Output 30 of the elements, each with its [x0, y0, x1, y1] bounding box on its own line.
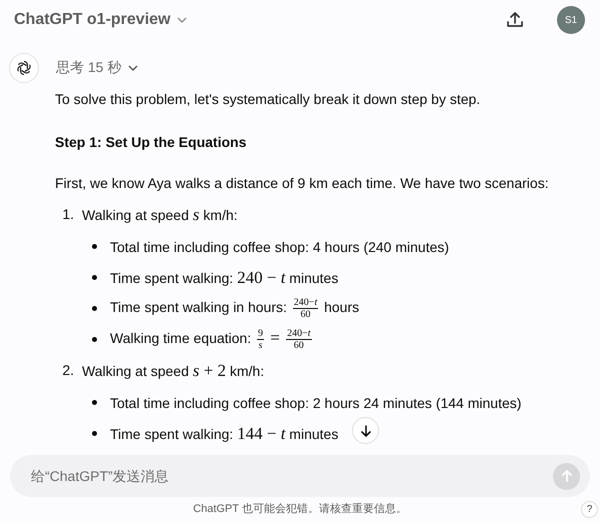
help-button[interactable]: ?: [581, 501, 598, 518]
list-number: 2.: [61, 361, 75, 380]
chat-title[interactable]: ChatGPT o1-preview: [14, 11, 170, 29]
bullet-text: Time spent walking in hours: 240−t 60 hours: [110, 297, 360, 320]
list-number: 1.: [61, 205, 75, 224]
bullet-icon: [92, 337, 97, 342]
list-item-text: Walking at speed s km/h:: [82, 204, 238, 226]
scroll-down-button[interactable]: [352, 417, 379, 444]
bullet-text: Total time including coffee shop: 4 hours (240 minutes): [110, 238, 450, 256]
bullet-icon: [92, 244, 97, 249]
bullet-icon: [92, 431, 97, 436]
bullet-text: Time spent walking: 144 − t minutes: [110, 424, 338, 444]
assistant-logo-icon: [9, 53, 39, 83]
paragraph: First, we know Aya walks a distance of 9 km each time. We have two scenarios:: [55, 175, 549, 191]
list-item-text: Walking at speed s + 2 km/h:: [82, 360, 264, 382]
user-avatar[interactable]: S1: [557, 6, 585, 34]
bullet-text: Time spent walking: 240 − t minutes: [110, 268, 338, 288]
disclaimer-text: ChatGPT 也可能会犯错。请核查重要信息。: [193, 502, 407, 517]
bullet-icon: [92, 400, 97, 405]
message-input[interactable]: 给“ChatGPT”发送消息: [29, 467, 553, 485]
section-heading: Step 1: Set Up the Equations: [55, 134, 246, 150]
bullet-icon: [92, 306, 97, 311]
arrow-up-icon: [560, 469, 574, 483]
share-icon[interactable]: [505, 10, 525, 30]
bullet-text: Total time including coffee shop: 2 hours 24 minutes (144 minutes): [110, 394, 522, 412]
bullet-icon: [92, 275, 97, 280]
paragraph: To solve this problem, let's systematically break it down step by step.: [55, 91, 480, 107]
arrow-down-icon: [358, 424, 372, 438]
message-field[interactable]: 给“ChatGPT”发送消息: [10, 455, 590, 497]
thinking-toggle[interactable]: 思考 15 秒: [56, 59, 140, 77]
